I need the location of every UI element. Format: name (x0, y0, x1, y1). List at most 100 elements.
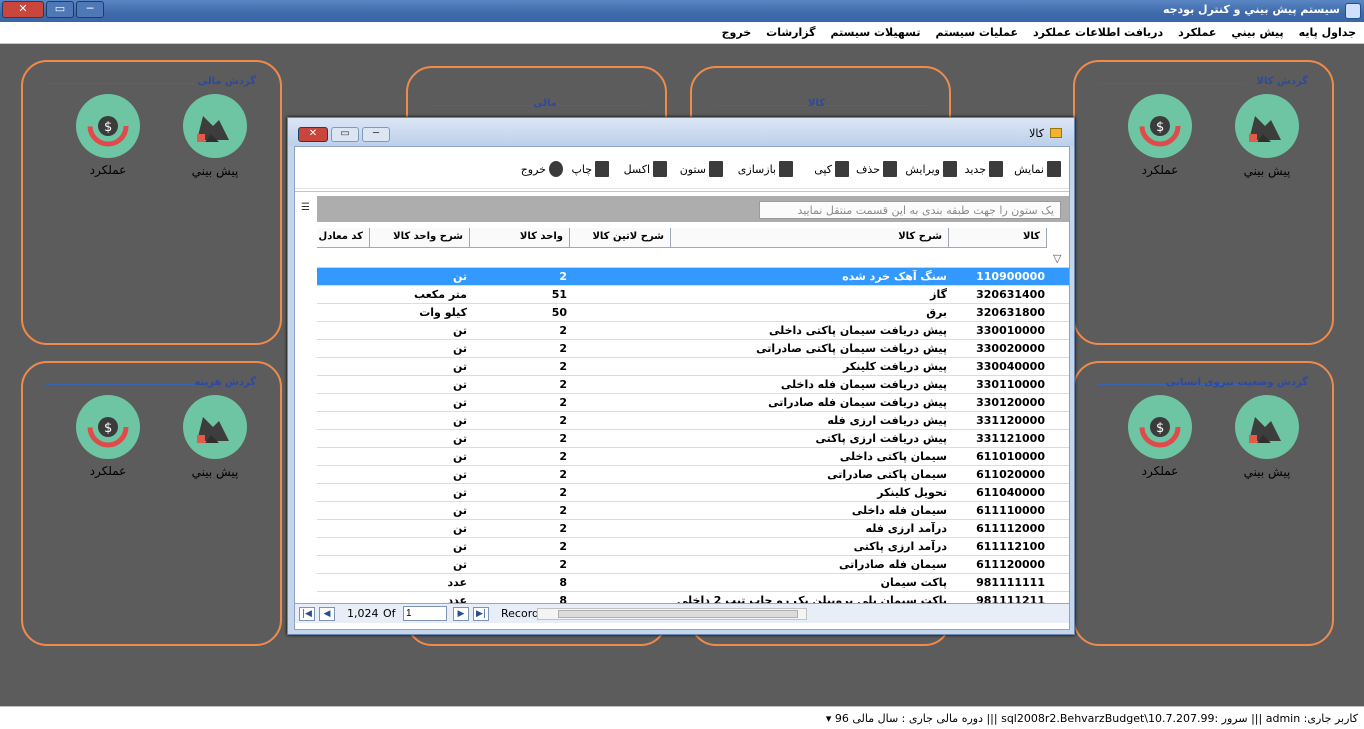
performance-cycle-icon[interactable]: $ (1128, 395, 1192, 459)
table-row[interactable]: 611112000 درآمد ارزی فله 2 تن (317, 520, 1069, 538)
performance-label: عملکرد (1141, 464, 1179, 478)
copy-button[interactable]: کپی (814, 161, 849, 177)
table-row[interactable]: 110900000 سنگ آهک خرد شده 2 تن (317, 268, 1069, 286)
record-navigator: |◀ ◀ 1,024 Of ▶ ▶| Record: (295, 603, 1069, 623)
panel-title: گردش وضعيت نيروی انسانی (1165, 377, 1308, 388)
table-row[interactable]: 611040000 تحويل کلينکر 2 تن (317, 484, 1069, 502)
vertical-scrollbar[interactable] (297, 266, 311, 606)
table-row[interactable]: 320631800 برق 50 کيلو وات (317, 304, 1069, 322)
table-row[interactable]: 981111111 پاکت سيمان 8 عدد (317, 574, 1069, 592)
forecast-chart-icon[interactable] (1235, 94, 1299, 158)
print-button[interactable]: چاپ (571, 161, 609, 177)
filter-icon[interactable]: ▽ (1053, 252, 1063, 265)
horizontal-scrollbar[interactable] (537, 608, 807, 620)
menu-system-tools[interactable]: تسهيلات سيستم (831, 26, 921, 39)
table-row[interactable]: 611120000 سيمان فله صادراتی 2 تن (317, 556, 1069, 574)
cell-unit: 2 (559, 342, 567, 355)
excel-button[interactable]: اکسل (624, 161, 667, 177)
cell-desc: پيش دريافت سيمان فله داخلی (780, 378, 947, 391)
col-header-equiv-code[interactable]: کد معادل (317, 228, 370, 248)
col-header-desc[interactable]: شرح کالا (671, 228, 949, 248)
table-row[interactable]: 611112100 درآمد ارزی پاکتی 2 تن (317, 538, 1069, 556)
col-header-unit[interactable]: واحد کالا (470, 228, 570, 248)
table-row[interactable]: 331120000 پيش دريافت ارزی فله 2 تن (317, 412, 1069, 430)
close-button[interactable]: ✕ (2, 1, 44, 18)
cell-desc: سيمان فله داخلی (851, 504, 947, 517)
refresh-button[interactable]: بازسازی (738, 161, 793, 177)
filter-row[interactable]: ▽ (317, 248, 1069, 268)
group-hint: يک ستون را جهت طبقه بندی به اين قسمت منت… (759, 201, 1061, 219)
forecast-label: پيش بيني (191, 164, 239, 178)
cell-unit-desc: تن (452, 468, 467, 481)
col-header-code[interactable]: کالا (949, 228, 1047, 248)
refresh-label: بازسازی (737, 162, 776, 176)
excel-label: اکسل (623, 162, 650, 176)
table-row[interactable]: 330120000 پيش دريافت سيمان فله صادراتی 2 تن (317, 394, 1069, 412)
menu-exit[interactable]: خروج (722, 26, 752, 39)
cell-desc: سيمان پاکتی داخلی (839, 450, 947, 463)
edit-button[interactable]: ويرايش (905, 161, 957, 177)
col-header-latin-desc[interactable]: شرح لاتين کالا (570, 228, 671, 248)
dialog-minimize-button[interactable]: ─ (362, 127, 390, 142)
cell-code: 981111111 (976, 576, 1045, 589)
cell-desc: پاکت سيمان (880, 576, 947, 589)
col-header-unit-desc[interactable]: شرح واحد کالا (370, 228, 470, 248)
cell-unit: 2 (559, 558, 567, 571)
cell-desc: پيش دريافت سيمان فله صادراتی (768, 396, 947, 409)
next-record-button[interactable]: ▶ (453, 607, 469, 621)
cell-desc: تحويل کلينکر (877, 486, 947, 499)
table-row[interactable]: 320631400 گاز 51 متر مکعب (317, 286, 1069, 304)
cell-desc: پيش دريافت ارزی پاکتی (815, 432, 947, 445)
table-row[interactable]: 611110000 سيمان فله داخلی 2 تن (317, 502, 1069, 520)
menu-base-tables[interactable]: جداول پايه (1299, 26, 1356, 39)
gear-icon (709, 161, 723, 177)
dialog-close-button[interactable]: ✕ (298, 127, 328, 142)
table-row[interactable]: 330020000 پيش دريافت سيمان پاکتی صادراتی 2… (317, 340, 1069, 358)
copy-icon (835, 161, 849, 177)
column-button[interactable]: ستون (680, 161, 723, 177)
new-button[interactable]: جديد (965, 161, 1003, 177)
performance-cycle-icon[interactable]: $ (1128, 94, 1192, 158)
panel-divider (1097, 83, 1247, 84)
record-input[interactable] (403, 606, 447, 621)
table-row[interactable]: 611020000 سيمان پاکتی صادراتی 2 تن (317, 466, 1069, 484)
table-row[interactable]: 331121000 پيش دريافت ارزی پاکتی 2 تن (317, 430, 1069, 448)
prev-record-button[interactable]: ◀ (319, 607, 335, 621)
cell-unit-desc: تن (452, 540, 467, 553)
forecast-chart-icon[interactable] (183, 94, 247, 158)
cell-code: 330040000 (976, 360, 1045, 373)
show-button[interactable]: نمايش (1014, 161, 1061, 177)
cell-unit: 2 (559, 378, 567, 391)
dialog-maximize-button[interactable]: ▭ (331, 127, 359, 142)
delete-button[interactable]: حذف (856, 161, 897, 177)
menu-system-ops[interactable]: عمليات سيستم (935, 26, 1018, 39)
forecast-chart-icon[interactable] (183, 395, 247, 459)
table-row[interactable]: 330040000 پيش دريافت کلينکر 2 تن (317, 358, 1069, 376)
performance-cycle-icon[interactable]: $ (76, 395, 140, 459)
exit-button[interactable]: خروج (521, 161, 563, 177)
menu-performance[interactable]: عملکرد (1178, 26, 1216, 39)
table-row[interactable]: 330010000 پيش دريافت سيمان پاکتی داخلی 2 تن (317, 322, 1069, 340)
menu-get-performance[interactable]: دريافت اطلاعات عملکرد (1033, 26, 1163, 39)
new-label: جديد (964, 162, 986, 176)
cell-code: 611020000 (976, 468, 1045, 481)
group-by-area[interactable]: يک ستون را جهت طبقه بندی به اين قسمت منت… (317, 196, 1069, 222)
last-record-button[interactable]: ▶| (473, 607, 489, 621)
first-record-button[interactable]: |◀ (299, 607, 315, 621)
cell-desc: پيش دريافت سيمان پاکتی داخلی (768, 324, 947, 337)
forecast-chart-icon[interactable] (1235, 395, 1299, 459)
menu-reports[interactable]: گزارشات (766, 26, 815, 39)
scroll-thumb[interactable] (558, 610, 798, 618)
maximize-button[interactable]: ▭ (46, 1, 74, 18)
forecast-label: پيش بيني (191, 465, 239, 479)
performance-cycle-icon[interactable]: $ (76, 94, 140, 158)
group-toggle-icon[interactable]: ☰ (301, 202, 315, 216)
table-row[interactable]: 330110000 پيش دريافت سيمان فله داخلی 2 تن (317, 376, 1069, 394)
menu-forecast[interactable]: پيش بيني (1231, 26, 1283, 39)
record-total: 1,024 (347, 607, 379, 620)
table-row[interactable]: 611010000 سيمان پاکتی داخلی 2 تن (317, 448, 1069, 466)
edit-icon (943, 161, 957, 177)
minimize-button[interactable]: ─ (76, 1, 104, 18)
cell-unit-desc: تن (452, 324, 467, 337)
app-icon (1345, 3, 1361, 19)
